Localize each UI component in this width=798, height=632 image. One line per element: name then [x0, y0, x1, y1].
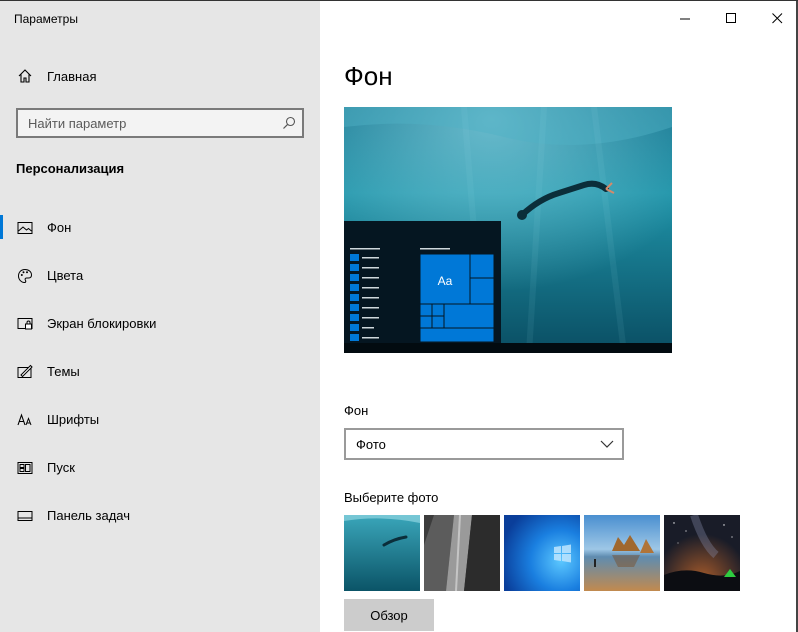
search-icon[interactable]	[282, 116, 296, 130]
home-link[interactable]: Главная	[0, 61, 320, 91]
start-icon	[17, 462, 33, 474]
photo-thumbnail-underwater[interactable]	[344, 515, 420, 591]
search-input[interactable]	[18, 110, 302, 136]
sidebar-item-start[interactable]: Пуск	[0, 452, 320, 500]
maximize-icon	[726, 13, 736, 23]
close-icon	[772, 13, 783, 24]
photo-thumbnail-rock[interactable]	[424, 515, 500, 591]
sidebar-item-themes[interactable]: Темы	[0, 356, 320, 404]
photo-thumbnails	[344, 515, 744, 591]
choose-photo-label: Выберите фото	[344, 490, 439, 505]
sidebar-item-label: Шрифты	[47, 412, 100, 427]
photo-thumbnail-night[interactable]	[664, 515, 740, 591]
settings-window: Параметры Главная Персонализация Фо	[0, 0, 798, 632]
sidebar-item-fonts[interactable]: Шрифты	[0, 404, 320, 452]
sidebar-item-taskbar[interactable]: Панель задач	[0, 500, 320, 548]
close-button[interactable]	[754, 1, 798, 35]
section-title: Персонализация	[16, 161, 125, 176]
picture-icon	[17, 222, 33, 234]
sidebar-item-label: Панель задач	[47, 508, 131, 523]
app-title: Параметры	[14, 12, 78, 26]
photo-thumbnail-beach[interactable]	[584, 515, 660, 591]
background-type-select[interactable]: Фото	[344, 428, 624, 460]
search-box[interactable]	[16, 108, 304, 138]
tile-label: Aa	[438, 274, 453, 288]
fonts-icon	[17, 413, 32, 426]
maximize-button[interactable]	[708, 1, 754, 35]
minimize-icon	[680, 18, 690, 20]
sidebar: Параметры Главная Персонализация Фо	[0, 1, 320, 632]
home-label: Главная	[47, 69, 97, 84]
background-type-value: Фото	[356, 437, 386, 452]
taskbar-icon	[17, 511, 33, 521]
sidebar-item-background[interactable]: Фон	[0, 212, 320, 260]
page-title: Фон	[344, 61, 393, 91]
sidebar-item-label: Экран блокировки	[47, 316, 157, 331]
sidebar-item-label: Темы	[47, 364, 80, 379]
sidebar-item-label: Фон	[47, 220, 72, 235]
sidebar-item-label: Пуск	[47, 460, 75, 475]
preview-image: Aa	[344, 107, 672, 353]
photo-thumbnail-windows[interactable]	[504, 515, 580, 591]
sidebar-item-lock-screen[interactable]: Экран блокировки	[0, 308, 320, 356]
chevron-down-icon	[600, 440, 614, 448]
minimize-button[interactable]	[662, 1, 708, 35]
background-type-label: Фон	[344, 403, 369, 418]
sidebar-item-colors[interactable]: Цвета	[0, 260, 320, 308]
sidebar-item-label: Цвета	[47, 268, 84, 283]
background-preview: Aa	[344, 107, 672, 353]
nav-list: Фон Цвета Экран блокировки Темы Шрифты П…	[0, 212, 320, 548]
browse-button[interactable]: Обзор	[344, 599, 434, 631]
themes-icon	[17, 364, 33, 378]
lock-screen-icon	[17, 318, 33, 330]
selection-indicator	[0, 215, 3, 239]
palette-icon	[17, 268, 33, 284]
home-icon	[18, 69, 32, 83]
